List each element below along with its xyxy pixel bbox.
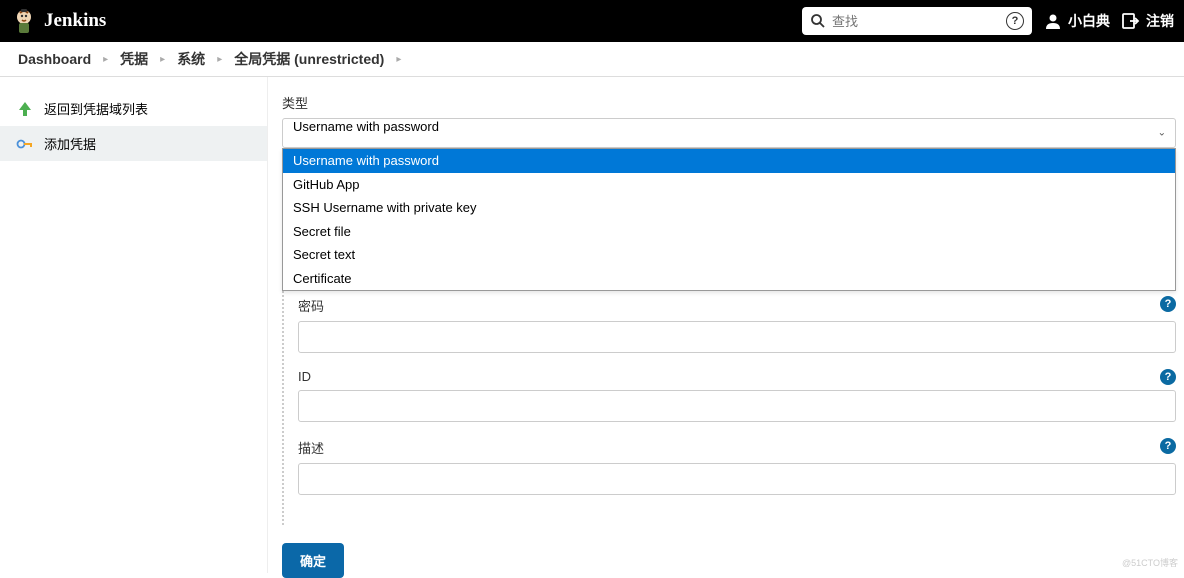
watermark: @51CTO博客	[1122, 556, 1178, 569]
selected-type-value: Username with password	[293, 119, 439, 134]
logout-button[interactable]: 注销	[1122, 11, 1174, 31]
id-field-row: ID ?	[298, 369, 1176, 422]
dropdown-option[interactable]: SSH Username with private key	[283, 196, 1175, 220]
logout-icon	[1122, 12, 1140, 30]
breadcrumb-item-global[interactable]: 全局凭据 (unrestricted)	[234, 49, 384, 69]
breadcrumb-item-system[interactable]: 系统	[177, 49, 205, 69]
header-bar: Jenkins ? 小白典 注销	[0, 0, 1184, 42]
dropdown-option[interactable]: Secret file	[283, 220, 1175, 244]
sidebar-item-label: 添加凭据	[44, 134, 96, 153]
password-field-row: 密码 ?	[298, 296, 1176, 353]
main-layout: 返回到凭据域列表 添加凭据 类型 Username with password …	[0, 77, 1184, 573]
sidebar-item-back[interactable]: 返回到凭据域列表	[0, 91, 267, 126]
dropdown-option[interactable]: Username with password	[283, 149, 1175, 173]
form-section: 类型 Username with password ⌄ Username wit…	[282, 93, 1176, 578]
key-icon	[16, 135, 34, 153]
user-name-label: 小白典	[1068, 11, 1110, 31]
search-box[interactable]: ?	[802, 7, 1032, 35]
breadcrumb-item-dashboard[interactable]: Dashboard	[18, 51, 91, 67]
jenkins-logo[interactable]: Jenkins	[12, 7, 106, 35]
id-label: ID	[298, 369, 1176, 384]
logout-label: 注销	[1146, 11, 1174, 31]
breadcrumb: Dashboard ▸ 凭据 ▸ 系统 ▸ 全局凭据 (unrestricted…	[0, 42, 1184, 77]
id-input[interactable]	[298, 390, 1176, 422]
brand-text: Jenkins	[44, 10, 106, 32]
sidebar-item-label: 返回到凭据域列表	[44, 99, 148, 118]
chevron-right-icon: ▸	[160, 54, 165, 65]
search-help-icon[interactable]: ?	[1006, 12, 1024, 30]
help-icon[interactable]: ?	[1160, 438, 1176, 454]
jenkins-logo-icon	[12, 7, 36, 35]
type-select-wrapper: Username with password ⌄ Username with p…	[282, 118, 1176, 148]
content-area: 类型 Username with password ⌄ Username wit…	[268, 77, 1184, 573]
user-icon	[1044, 12, 1062, 30]
search-input[interactable]	[832, 14, 1024, 29]
type-dropdown-list: Username with password GitHub App SSH Us…	[282, 148, 1176, 291]
description-input[interactable]	[298, 463, 1176, 495]
help-icon[interactable]: ?	[1160, 369, 1176, 385]
sidebar: 返回到凭据域列表 添加凭据	[0, 77, 268, 573]
arrow-up-icon	[16, 100, 34, 118]
password-input[interactable]	[298, 321, 1176, 353]
dropdown-option[interactable]: Secret text	[283, 243, 1175, 267]
chevron-right-icon: ▸	[103, 54, 108, 65]
dropdown-option[interactable]: Certificate	[283, 267, 1175, 291]
credential-type-select[interactable]: Username with password	[282, 118, 1176, 148]
description-field-row: 描述 ?	[298, 438, 1176, 495]
user-menu[interactable]: 小白典	[1044, 11, 1110, 31]
chevron-right-icon: ▸	[217, 54, 222, 65]
type-label: 类型	[282, 93, 1176, 112]
description-label: 描述	[298, 438, 1176, 457]
chevron-right-icon: ▸	[396, 54, 401, 65]
breadcrumb-item-credentials[interactable]: 凭据	[120, 49, 148, 69]
password-label: 密码	[298, 296, 1176, 315]
dropdown-option[interactable]: GitHub App	[283, 173, 1175, 197]
sidebar-item-add-credential[interactable]: 添加凭据	[0, 126, 267, 161]
header-right: ? 小白典 注销	[802, 7, 1174, 35]
search-icon	[810, 13, 826, 29]
help-icon[interactable]: ?	[1160, 296, 1176, 312]
